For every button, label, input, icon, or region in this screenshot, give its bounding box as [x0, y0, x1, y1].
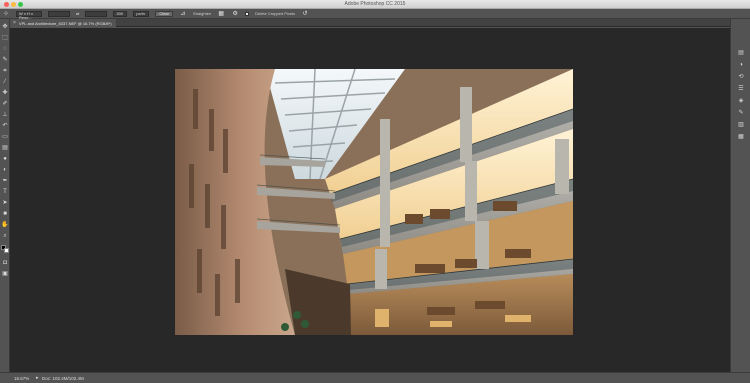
channels-icon[interactable]: ◈ — [737, 97, 745, 105]
path-select-icon[interactable]: ➤ — [1, 199, 9, 207]
panel-dock: ▤ ◑ ⟲ ☰ ◈ ✎ ▥ ▦ — [730, 19, 750, 372]
height-field[interactable] — [85, 10, 108, 17]
hand-icon[interactable]: ✋ — [1, 221, 9, 229]
dodge-icon[interactable]: ◐ — [1, 166, 9, 174]
document-image[interactable] — [175, 69, 573, 335]
resolution-unit-select[interactable]: px/in — [133, 10, 150, 17]
document-size-info: Doc: 102.4M/102.4M — [42, 376, 84, 381]
zoom-icon[interactable]: ⌕ — [1, 232, 9, 240]
layers-icon[interactable]: ▤ — [737, 49, 745, 57]
eyedropper-icon[interactable]: ⁄ — [1, 78, 9, 86]
screen-mode-icon[interactable]: ▣ — [1, 270, 9, 278]
document-tab[interactable]: × VPL and Architecture_6337.NEF @ 16.7% … — [10, 19, 116, 27]
eraser-icon[interactable]: ▭ — [1, 133, 9, 141]
library-atrium-photo — [175, 69, 573, 335]
quick-select-icon[interactable]: ✎ — [1, 56, 9, 64]
tools-panel: ✥ ⬚ ◌ ✎ ⌗ ⁄ ✚ ✐ ⊥ ↶ ▭ ▤ ● ◐ ✒ T ➤ ■ ✋ ⌕ … — [0, 19, 10, 372]
delete-cropped-checkbox[interactable] — [245, 11, 250, 16]
clone-stamp-icon[interactable]: ⊥ — [1, 111, 9, 119]
move-icon[interactable]: ✥ — [1, 23, 9, 31]
properties-icon[interactable]: ☰ — [737, 85, 745, 93]
history-icon[interactable]: ⟲ — [737, 73, 745, 81]
pen-icon[interactable]: ✒ — [1, 177, 9, 185]
healing-icon[interactable]: ✚ — [1, 89, 9, 97]
crop-tool-preset-icon[interactable]: ⊹ — [2, 10, 10, 18]
lasso-icon[interactable]: ◌ — [1, 45, 9, 53]
adjustments-icon[interactable]: ◑ — [737, 61, 745, 69]
reset-icon[interactable]: ↺ — [301, 10, 309, 18]
shape-icon[interactable]: ■ — [1, 210, 9, 218]
swatches-icon[interactable]: ▦ — [737, 133, 745, 141]
type-icon[interactable]: T — [1, 188, 9, 196]
background-color-swatch[interactable] — [4, 248, 9, 253]
crop-icon[interactable]: ⌗ — [1, 67, 9, 75]
width-field[interactable] — [48, 10, 70, 17]
blur-icon[interactable]: ● — [1, 155, 9, 163]
clear-button[interactable]: Clear — [155, 10, 173, 17]
straighten-label: Straighten — [192, 11, 212, 16]
close-tab-icon[interactable]: × — [13, 20, 16, 26]
swap-dimensions-icon[interactable]: ⇄ — [76, 11, 79, 16]
document-tab-bar: × VPL and Architecture_6337.NEF @ 16.7% … — [10, 19, 730, 27]
delete-cropped-label: Delete Cropped Pixels — [255, 11, 295, 16]
options-bar: ⊹ W x H x Reso... ⇄ 300 px/in Clear ⊿ St… — [0, 9, 750, 19]
straighten-icon[interactable]: ⊿ — [179, 10, 187, 18]
history-brush-icon[interactable]: ↶ — [1, 122, 9, 130]
ratio-preset-select[interactable]: W x H x Reso... — [16, 10, 42, 19]
window-title: Adobe Photoshop CC 2015 — [344, 1, 406, 7]
paths-icon[interactable]: ✎ — [737, 109, 745, 117]
overlay-grid-icon[interactable]: ▦ — [217, 10, 225, 18]
zoom-level[interactable]: 16.67% — [14, 376, 29, 381]
brush-icon[interactable]: ✐ — [1, 100, 9, 108]
gradient-icon[interactable]: ▤ — [1, 144, 9, 152]
resolution-field[interactable]: 300 — [113, 10, 128, 17]
styles-icon[interactable]: ▥ — [737, 121, 745, 129]
window-title-bar: Adobe Photoshop CC 2015 — [0, 0, 750, 9]
status-bar: 16.67% ▸ Doc: 102.4M/102.4M — [0, 372, 750, 383]
document-tab-label: VPL and Architecture_6337.NEF @ 16.7% (R… — [18, 20, 112, 26]
quick-mask-icon[interactable]: ◘ — [1, 259, 9, 267]
marquee-icon[interactable]: ⬚ — [1, 34, 9, 42]
settings-gear-icon[interactable]: ⚙ — [231, 10, 239, 18]
status-menu-icon[interactable]: ▸ — [36, 375, 39, 381]
